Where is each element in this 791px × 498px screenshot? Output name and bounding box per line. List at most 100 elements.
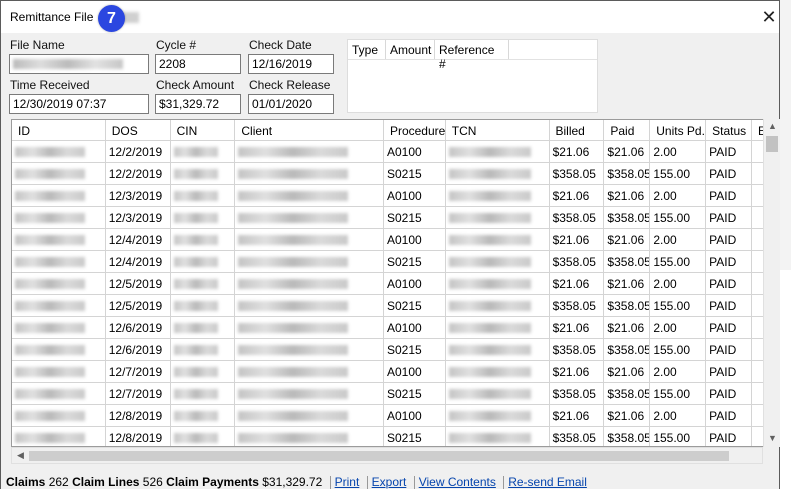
cell-units-paid[interactable]: 155.00 [650, 251, 707, 272]
cell-tcn[interactable] [446, 141, 550, 162]
cell-units-paid[interactable]: 2.00 [650, 405, 707, 426]
payments-col-amount[interactable]: Amount [386, 40, 435, 59]
cell-procedure[interactable]: S0215 [384, 383, 446, 404]
cell-tcn[interactable] [446, 339, 550, 360]
cell-status[interactable]: PAID [706, 207, 753, 228]
cell-dos[interactable]: 12/3/2019 [106, 207, 171, 228]
cell-units-paid[interactable]: 2.00 [650, 185, 707, 206]
cell-status[interactable]: PAID [706, 339, 753, 360]
cell-billed[interactable]: $21.06 [550, 229, 605, 250]
cell-client[interactable] [235, 317, 384, 338]
cell-paid[interactable]: $21.06 [604, 185, 651, 206]
table-row[interactable]: 12/2/2019 A0100 $21.06 $21.06 2.00 PAID [12, 141, 779, 163]
cell-id[interactable] [12, 207, 106, 228]
cell-client[interactable] [235, 339, 384, 360]
table-row[interactable]: 12/3/2019 A0100 $21.06 $21.06 2.00 PAID [12, 185, 779, 207]
cell-id[interactable] [12, 295, 106, 316]
cell-status[interactable]: PAID [706, 229, 753, 250]
cell-units-paid[interactable]: 155.00 [650, 207, 707, 228]
cell-cin[interactable] [171, 207, 236, 228]
cell-billed[interactable]: $358.05 [550, 207, 605, 228]
cell-paid[interactable]: $21.06 [604, 229, 651, 250]
cell-tcn[interactable] [446, 405, 550, 426]
scroll-left-icon[interactable]: ◀ [12, 450, 29, 461]
cell-units-paid[interactable]: 2.00 [650, 317, 707, 338]
cell-units-paid[interactable]: 2.00 [650, 229, 707, 250]
print-link[interactable]: Print [335, 475, 360, 489]
cell-cin[interactable] [171, 273, 236, 294]
cell-dos[interactable]: 12/5/2019 [106, 295, 171, 316]
cell-paid[interactable]: $21.06 [604, 141, 651, 162]
cell-status[interactable]: PAID [706, 295, 753, 316]
cell-tcn[interactable] [446, 185, 550, 206]
cell-units-paid[interactable]: 2.00 [650, 361, 707, 382]
cell-cin[interactable] [171, 361, 236, 382]
cell-client[interactable] [235, 295, 384, 316]
table-row[interactable]: 12/2/2019 S0215 $358.05 $358.05 155.00 PAID [12, 163, 779, 185]
cell-cin[interactable] [171, 405, 236, 426]
cell-paid[interactable]: $358.05 [604, 295, 651, 316]
cell-billed[interactable]: $358.05 [550, 295, 605, 316]
scroll-up-icon[interactable]: ▲ [764, 121, 781, 131]
file-name-field[interactable] [9, 54, 149, 74]
cell-cin[interactable] [171, 383, 236, 404]
cell-client[interactable] [235, 251, 384, 272]
cell-procedure[interactable]: S0215 [384, 427, 446, 446]
cell-dos[interactable]: 12/6/2019 [106, 339, 171, 360]
cell-billed[interactable]: $358.05 [550, 339, 605, 360]
col-procedure[interactable]: Procedure [384, 120, 446, 140]
cell-tcn[interactable] [446, 317, 550, 338]
cell-billed[interactable]: $21.06 [550, 141, 605, 162]
cell-client[interactable] [235, 405, 384, 426]
payments-table[interactable]: Type Amount Reference # [347, 39, 598, 113]
cell-dos[interactable]: 12/4/2019 [106, 251, 171, 272]
close-button[interactable]: ✕ [757, 5, 781, 29]
cell-units-paid[interactable]: 155.00 [650, 295, 707, 316]
cell-cin[interactable] [171, 141, 236, 162]
cell-cin[interactable] [171, 339, 236, 360]
cell-billed[interactable]: $358.05 [550, 427, 605, 446]
cell-paid[interactable]: $21.06 [604, 405, 651, 426]
export-link[interactable]: Export [372, 475, 407, 489]
cell-id[interactable] [12, 273, 106, 294]
cell-status[interactable]: PAID [706, 251, 753, 272]
col-client[interactable]: Client [235, 120, 384, 140]
cell-cin[interactable] [171, 317, 236, 338]
cell-cin[interactable] [171, 229, 236, 250]
cell-tcn[interactable] [446, 383, 550, 404]
cell-client[interactable] [235, 229, 384, 250]
cell-tcn[interactable] [446, 251, 550, 272]
col-dos[interactable]: DOS [106, 120, 171, 140]
cell-units-paid[interactable]: 2.00 [650, 141, 707, 162]
col-billed[interactable]: Billed [550, 120, 605, 140]
cell-procedure[interactable]: A0100 [384, 229, 446, 250]
cell-dos[interactable]: 12/8/2019 [106, 405, 171, 426]
horizontal-scroll-thumb[interactable] [29, 451, 729, 461]
cell-procedure[interactable]: S0215 [384, 251, 446, 272]
cell-id[interactable] [12, 427, 106, 446]
cell-paid[interactable]: $358.05 [604, 163, 651, 184]
cell-status[interactable]: PAID [706, 317, 753, 338]
cell-dos[interactable]: 12/8/2019 [106, 427, 171, 446]
cell-client[interactable] [235, 207, 384, 228]
cell-units-paid[interactable]: 2.00 [650, 273, 707, 294]
cell-dos[interactable]: 12/4/2019 [106, 229, 171, 250]
payments-col-reference[interactable]: Reference # [435, 40, 509, 71]
col-id[interactable]: ID [12, 120, 106, 140]
cell-paid[interactable]: $358.05 [604, 251, 651, 272]
cell-procedure[interactable]: S0215 [384, 339, 446, 360]
vertical-scroll-thumb[interactable] [766, 136, 778, 152]
table-row[interactable]: 12/5/2019 S0215 $358.05 $358.05 155.00 PAID [12, 295, 779, 317]
cell-paid[interactable]: $358.05 [604, 427, 651, 446]
cell-dos[interactable]: 12/5/2019 [106, 273, 171, 294]
table-row[interactable]: 12/3/2019 S0215 $358.05 $358.05 155.00 PAID [12, 207, 779, 229]
cell-status[interactable]: PAID [706, 427, 753, 446]
cell-dos[interactable]: 12/7/2019 [106, 361, 171, 382]
cell-units-paid[interactable]: 155.00 [650, 339, 707, 360]
cell-paid[interactable]: $358.05 [604, 339, 651, 360]
resend-email-link[interactable]: Re-send Email [508, 475, 587, 489]
cell-status[interactable]: PAID [706, 141, 753, 162]
cell-id[interactable] [12, 141, 106, 162]
check-release-field[interactable]: 01/01/2020 [248, 94, 334, 114]
cell-procedure[interactable]: S0215 [384, 207, 446, 228]
